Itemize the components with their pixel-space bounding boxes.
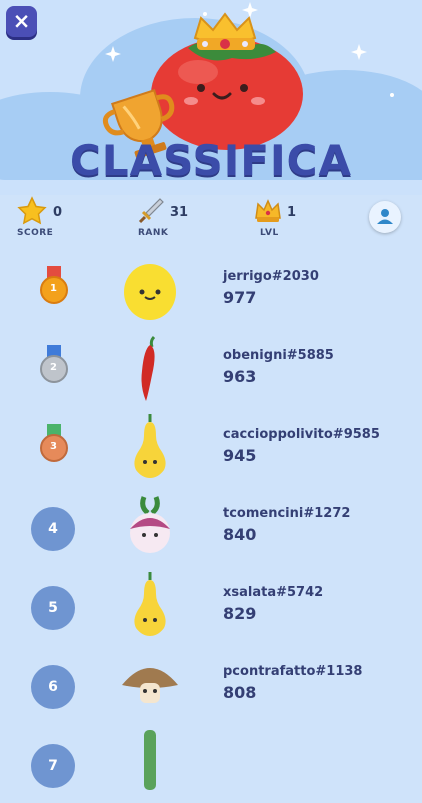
player-score: 977 — [223, 288, 257, 307]
crown-icon — [255, 199, 281, 222]
stat-level: 1 LVL — [254, 196, 314, 240]
turnip-icon — [130, 496, 170, 553]
score-label: SCORE — [17, 228, 54, 238]
rank-badge: 7 — [31, 744, 75, 788]
username: pcontrafatto#1138 — [223, 664, 363, 679]
score-value: 0 — [53, 205, 63, 220]
stat-score: 0 SCORE — [17, 196, 77, 240]
rank-value: 31 — [170, 205, 189, 220]
username: jerrigo#2030 — [223, 269, 319, 284]
sword-icon — [138, 198, 164, 224]
player-score: 963 — [223, 367, 257, 386]
mushroom-icon — [122, 668, 178, 703]
table-row[interactable]: 3 caccioppolivito#9585 945 — [0, 408, 422, 487]
table-row[interactable]: 6 pcontrafatto#1138 808 — [0, 645, 422, 724]
profile-button[interactable] — [369, 201, 401, 233]
crown-icon — [193, 12, 257, 50]
stat-rank: 31 RANK — [136, 196, 196, 240]
level-label: LVL — [260, 228, 279, 238]
header-banner: × CLASSIFICA — [0, 0, 422, 195]
table-row[interactable]: 4 tcomencini#1272 840 — [0, 487, 422, 566]
user-icon — [377, 209, 393, 224]
squash-icon — [134, 572, 166, 636]
player-score: 945 — [223, 446, 257, 465]
star-icon — [17, 196, 47, 225]
squash-icon — [134, 414, 166, 478]
chili-pepper-icon — [141, 335, 156, 401]
player-score: 829 — [223, 604, 257, 623]
rank-label: RANK — [138, 228, 169, 238]
rank-number: 1 — [50, 283, 57, 294]
leek-icon — [144, 730, 156, 790]
rank-badge: 5 — [31, 586, 75, 630]
sparkle-icon — [351, 44, 367, 60]
rank-badge: 4 — [31, 507, 75, 551]
table-row[interactable]: 1 jerrigo#2030 977 — [0, 250, 422, 329]
player-score: 840 — [223, 525, 257, 544]
username: caccioppolivito#9585 — [223, 427, 380, 442]
table-row[interactable]: 2 obenigni#5885 963 — [0, 329, 422, 408]
lemon-icon — [124, 264, 176, 320]
rank-badge: 6 — [31, 665, 75, 709]
sparkle-icon — [242, 2, 258, 18]
username: xsalata#5742 — [223, 585, 324, 600]
rank-number: 3 — [50, 441, 57, 452]
stats-bar: 0 SCORE 31 RANK 1 LVL — [0, 196, 422, 240]
tomato-character-icon — [151, 38, 303, 150]
username: obenigni#5885 — [223, 348, 334, 363]
page-title: CLASSIFICA — [70, 136, 352, 185]
close-button[interactable]: × — [6, 6, 37, 37]
player-score: 808 — [223, 683, 257, 702]
level-value: 1 — [287, 205, 297, 220]
table-row[interactable]: 5 xsalata#5742 829 — [0, 566, 422, 645]
rank-number: 2 — [50, 362, 57, 373]
sparkle-icon — [105, 46, 121, 62]
username: tcomencini#1272 — [223, 506, 351, 521]
table-row[interactable]: 7 — [0, 724, 422, 803]
close-icon: × — [12, 9, 31, 33]
